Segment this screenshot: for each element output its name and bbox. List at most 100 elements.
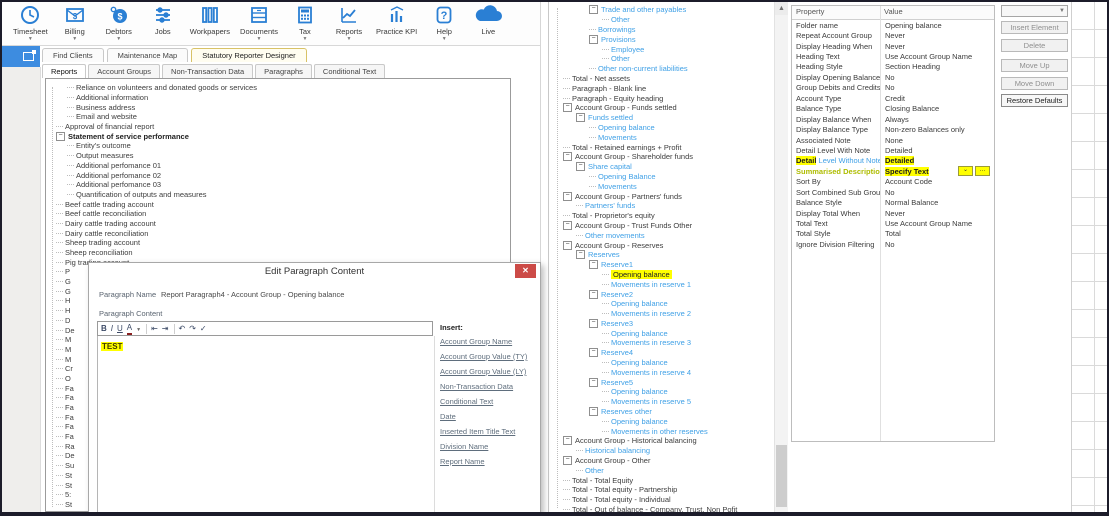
scroll-thumb[interactable] [776, 445, 787, 507]
collapse-expander-icon[interactable]: − [576, 162, 585, 171]
subtab-conditional-text[interactable]: Conditional Text [314, 64, 385, 78]
insert-link-non-transaction-data[interactable]: Non-Transaction Data [440, 382, 513, 391]
chevron-down-icon[interactable]: ▼ [136, 327, 141, 333]
property-value[interactable]: Never [880, 209, 994, 218]
subtab-non-transaction-data[interactable]: Non-Transaction Data [162, 64, 253, 78]
collapse-expander-icon[interactable]: − [589, 35, 598, 44]
property-row[interactable]: Folder nameOpening balance [792, 20, 994, 30]
tree-item[interactable]: Opening balance [551, 358, 774, 368]
property-row[interactable]: Balance TypeClosing Balance [792, 104, 994, 114]
property-row[interactable]: Total StyleTotal [792, 229, 994, 239]
tree-item[interactable]: Opening balance [551, 123, 774, 133]
tree-item[interactable]: Other [551, 54, 774, 64]
property-row[interactable]: Display Balance TypeNon-zero Balances on… [792, 124, 994, 134]
toolbar-item-help[interactable]: ?Help▼ [422, 2, 466, 41]
column-separator[interactable] [880, 6, 881, 441]
tree-item[interactable]: Movements [551, 181, 774, 191]
tree-item[interactable]: Movements [551, 132, 774, 142]
tree-item[interactable]: −Account Group - Partners' funds [551, 191, 774, 201]
tree-item[interactable]: Other [551, 15, 774, 25]
insert-link-date[interactable]: Date [440, 412, 456, 421]
property-row[interactable]: Detail Level With NoteDetailed [792, 145, 994, 155]
tree-item[interactable]: −Reserves [551, 250, 774, 260]
property-row[interactable]: Total TextUse Account Group Name [792, 218, 994, 228]
property-value[interactable]: Non-zero Balances only [880, 125, 994, 134]
tree-item[interactable]: −Account Group - Funds settled [551, 103, 774, 113]
dock-pin-button[interactable] [2, 46, 40, 67]
property-row[interactable]: Sort Combined Sub GroupsNo [792, 187, 994, 197]
tree-item[interactable]: Other non-current liabilities [551, 64, 774, 74]
insert-link-conditional-text[interactable]: Conditional Text [440, 397, 493, 406]
tree-item[interactable]: Additional perfomance 02 [46, 170, 510, 180]
collapse-expander-icon[interactable]: − [589, 378, 598, 387]
collapse-expander-icon[interactable]: − [563, 192, 572, 201]
tab-statutory-reporter-designer[interactable]: Statutory Reporter Designer [191, 48, 306, 62]
collapse-expander-icon[interactable]: − [563, 221, 572, 230]
tree-item[interactable]: Opening balance [551, 270, 774, 280]
tree-item[interactable]: Movements in reserve 2 [551, 309, 774, 319]
tree-item[interactable]: Opening balance [551, 416, 774, 426]
toolbar-item-documents[interactable]: Documents▼ [235, 2, 283, 41]
tree-item[interactable]: Movements in reserve 5 [551, 397, 774, 407]
tree-item[interactable]: Employee [551, 44, 774, 54]
insert-link-account-group-name[interactable]: Account Group Name [440, 337, 512, 346]
collapse-expander-icon[interactable]: − [589, 319, 598, 328]
tree-item[interactable]: Borrowings [551, 25, 774, 35]
tree-item[interactable]: −Statement of service performance [46, 131, 510, 141]
tree-item[interactable]: Movements in other reserves [551, 426, 774, 436]
tree-item[interactable]: −Account Group - Trust Funds Other [551, 221, 774, 231]
property-value[interactable]: No [880, 73, 994, 82]
ellipsis-button[interactable]: … [975, 166, 990, 176]
tree-item[interactable]: Movements in reserve 1 [551, 279, 774, 289]
underline-icon[interactable]: U [117, 322, 123, 335]
toolbar-item-tax[interactable]: Tax▼ [283, 2, 327, 41]
tree-item[interactable]: −Provisions [551, 34, 774, 44]
toolbar-item-timesheet[interactable]: Timesheet▼ [8, 2, 53, 41]
tree-item[interactable]: Paragraph - Blank line [551, 83, 774, 93]
tree-item[interactable]: −Share capital [551, 162, 774, 172]
tree-item[interactable]: Dairy cattle trading account [46, 219, 510, 229]
property-value[interactable]: Normal Balance [880, 198, 994, 207]
font-color-icon[interactable]: A [127, 323, 132, 335]
tree-item[interactable]: Total - Total equity - Partnership [551, 485, 774, 495]
tree-item[interactable]: −Reserve4 [551, 348, 774, 358]
tree-item[interactable]: Reliance on volunteers and donated goods… [46, 83, 510, 93]
tree-item[interactable]: −Reserve5 [551, 377, 774, 387]
toolbar-item-live[interactable]: Live [466, 2, 510, 41]
tree-item[interactable]: Movements in reserve 4 [551, 367, 774, 377]
tree-item[interactable]: Opening Balance [551, 172, 774, 182]
subtab-paragraphs[interactable]: Paragraphs [255, 64, 312, 78]
property-value[interactable]: Use Account Group Name [880, 219, 994, 228]
tree-item[interactable]: −Trade and other payables [551, 5, 774, 15]
insert-link-account-group-value-ty-[interactable]: Account Group Value (TY) [440, 352, 527, 361]
collapse-expander-icon[interactable]: − [563, 456, 572, 465]
subtab-account-groups[interactable]: Account Groups [88, 64, 160, 78]
tree-item[interactable]: Opening balance [551, 387, 774, 397]
property-value[interactable]: Always [880, 115, 994, 124]
property-row[interactable]: Sort ByAccount Code [792, 177, 994, 187]
tree-item[interactable]: Total - Out of balance - Company, Trust,… [551, 505, 774, 515]
property-row[interactable]: Account TypeCredit [792, 93, 994, 103]
tree-item[interactable]: −Funds settled [551, 113, 774, 123]
element-type-select[interactable]: ▼ [1001, 5, 1068, 17]
property-row[interactable]: Detail Level Without NoteDetailed [792, 156, 994, 166]
move-down-button[interactable]: Move Down [1001, 77, 1068, 90]
collapse-expander-icon[interactable]: − [589, 5, 598, 14]
property-value[interactable]: No [880, 188, 994, 197]
tree-item[interactable]: Total - Total Equity [551, 475, 774, 485]
tree-item[interactable]: −Account Group - Other [551, 456, 774, 466]
tree-item[interactable]: −Reserves other [551, 407, 774, 417]
collapse-expander-icon[interactable]: − [576, 250, 585, 259]
tree-item[interactable]: Total - Proprietor's equity [551, 211, 774, 221]
subtab-reports[interactable]: Reports [42, 64, 86, 78]
delete-button[interactable]: Delete [1001, 39, 1068, 52]
tree-item[interactable]: Output measures [46, 151, 510, 161]
collapse-expander-icon[interactable]: − [589, 348, 598, 357]
tree-item[interactable]: Business address [46, 102, 510, 112]
property-value[interactable]: Opening balance [880, 21, 994, 30]
dropdown-button[interactable]: ⌄ [958, 166, 973, 176]
tree-item[interactable]: Beef cattle trading account [46, 199, 510, 209]
tree-item[interactable]: Partners' funds [551, 201, 774, 211]
tree-item[interactable]: Quantification of outputs and measures [46, 190, 510, 200]
property-row[interactable]: Group Debits and Credits..No [792, 83, 994, 93]
